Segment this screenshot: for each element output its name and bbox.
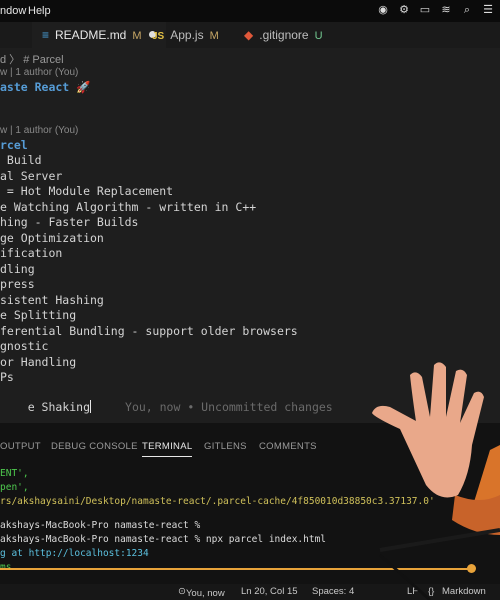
code-line: Build (0, 153, 42, 167)
markdown-icon: ≡ (42, 28, 50, 42)
cursor-position[interactable]: Ln 20, Col 15 (241, 586, 298, 597)
section-heading: rcel (0, 138, 28, 152)
code-line: ferential Bundling - support older brows… (0, 323, 298, 338)
terminal-server-url[interactable]: g at http://localhost:1234 (0, 548, 149, 559)
code-line: sistent Hashing (0, 292, 104, 307)
line-ending[interactable]: LF (407, 586, 418, 597)
breadcrumb[interactable]: d 〉 # Parcel (0, 51, 64, 67)
record-icon[interactable]: ◉ (377, 4, 389, 16)
code-line: gnostic (0, 339, 49, 353)
code-line: ge Optimization (0, 230, 104, 245)
editor-area[interactable]: d 〉 # Parcel w | 1 author (You) aste Rea… (0, 48, 500, 423)
code-line: e Splitting (0, 308, 77, 322)
tab-debug-console[interactable]: DEBUG CONSOLE (51, 441, 138, 452)
terminal-line: ENT', (0, 468, 29, 479)
code-line: dling (0, 261, 35, 276)
terminal-command: akshays-MacBook-Pro namaste-react % npx … (0, 534, 327, 545)
menu-window[interactable]: ndow (0, 5, 26, 17)
editor-tabs: ≡ README.md M JS App.js M ◆ .gitignore U (0, 22, 500, 48)
code-line: al Server (0, 168, 63, 183)
readme-title: aste React 🚀 (0, 80, 91, 94)
tab-comments[interactable]: COMMENTS (259, 441, 317, 452)
tab-previous[interactable] (0, 22, 32, 48)
indentation[interactable]: Spaces: 4 (312, 586, 354, 597)
git-icon: ◆ (244, 28, 254, 42)
display-icon[interactable]: ▭ (419, 4, 431, 16)
video-progress-bar[interactable] (0, 568, 472, 570)
status-bar: ⊙ You, now Ln 20, Col 15 Spaces: 4 LF Ma… (0, 584, 500, 600)
terminal-line: rs/akshaysaini/Desktop/namaste-react/.pa… (0, 496, 435, 507)
tab-terminal[interactable]: TERMINAL (142, 441, 193, 457)
code-line: press (0, 277, 35, 291)
code-line: or Handling (0, 354, 77, 369)
blame-annotation[interactable]: w | 1 author (You) (0, 67, 78, 78)
tab-gitignore[interactable]: ◆ .gitignore U (244, 22, 323, 48)
terminal-prompt: akshays-MacBook-Pro namaste-react % (0, 520, 201, 531)
tab-output[interactable]: OUTPUT (0, 441, 41, 452)
system-tray: ◉ ⚙ ▭ ≋ ⌕ ☰ (377, 4, 494, 16)
search-icon[interactable]: ⌕ (461, 4, 473, 16)
braces-icon[interactable]: {} (428, 586, 434, 597)
tab-gitlens[interactable]: GITLENS (204, 441, 247, 452)
bottom-panel: OUTPUT DEBUG CONSOLE TERMINAL GITLENS CO… (0, 423, 500, 600)
code-line: Ps (0, 370, 14, 384)
inline-blame[interactable]: You, now • Uncommitted changes (125, 400, 333, 414)
gear-icon[interactable]: ⚙ (398, 4, 410, 16)
git-blame-status[interactable]: ⊙ You, now (178, 586, 225, 599)
text-cursor (90, 399, 92, 413)
code-line: = Hot Module Replacement (0, 184, 174, 198)
code-line-current: e Shaking You, now • Uncommitted changes (27, 399, 333, 414)
menubar: ndow Help ◉ ⚙ ▭ ≋ ⌕ ☰ (0, 0, 500, 22)
code-line: ification (0, 246, 63, 260)
tab-app-js[interactable]: JS App.js M (152, 22, 219, 48)
code-line: hing - Faster Builds (0, 215, 139, 229)
terminal-line: pen', (0, 482, 29, 493)
language-mode[interactable]: Markdown (442, 586, 486, 597)
javascript-icon: JS (152, 31, 165, 42)
menu-help[interactable]: Help (28, 5, 51, 17)
control-center-icon[interactable]: ☰ (482, 4, 494, 16)
wifi-icon[interactable]: ≋ (440, 4, 452, 16)
code-line: e Watching Algorithm - written in C++ (0, 199, 257, 214)
tab-readme[interactable]: ≡ README.md M (32, 22, 166, 48)
blame-annotation[interactable]: w | 1 author (You) (0, 125, 78, 136)
progress-knob[interactable] (467, 564, 476, 573)
